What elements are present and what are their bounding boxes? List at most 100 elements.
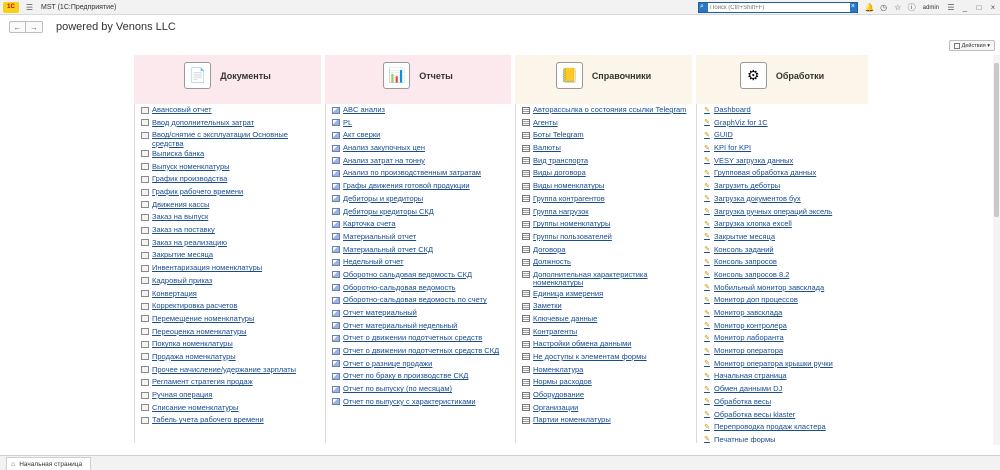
list-item[interactable]: ✎ Консоль запросов 8.2 bbox=[703, 269, 868, 282]
list-item[interactable]: Закрытие месяца bbox=[141, 249, 321, 262]
list-item[interactable]: ✎ Монитор оператора крышки ручки bbox=[703, 358, 868, 371]
list-item[interactable]: Дополнительная характеристика номенклату… bbox=[522, 269, 692, 288]
list-item[interactable]: ✎ Монитор доп процессов bbox=[703, 294, 868, 307]
settings-menu-icon[interactable]: ☰ bbox=[944, 3, 958, 12]
list-item[interactable]: ✎ GraphViz for 1C bbox=[703, 117, 868, 130]
list-item[interactable]: Партии номенклатуры bbox=[522, 414, 692, 427]
list-item[interactable]: Договора bbox=[522, 244, 692, 257]
search-box[interactable]: ⌕ × bbox=[698, 2, 858, 13]
scrollbar-thumb[interactable] bbox=[994, 63, 999, 217]
list-item[interactable]: ✎ Загрузить деботры bbox=[703, 180, 868, 193]
list-item[interactable]: Дебиторы и кредиторы bbox=[332, 193, 511, 206]
list-item[interactable]: Оборотно-сальдовая ведомость bbox=[332, 282, 511, 295]
list-item[interactable]: Оборотно сальдовая ведомость СКД bbox=[332, 269, 511, 282]
list-item[interactable]: Анализ по производственным затратам bbox=[332, 167, 511, 180]
list-item[interactable]: ✎ Групповая обработка данных bbox=[703, 167, 868, 180]
list-item[interactable]: ✎ Перепроводка продаж кластера bbox=[703, 421, 868, 434]
list-item[interactable]: Группы номенклатуры bbox=[522, 218, 692, 231]
minimize-icon[interactable]: _ bbox=[958, 3, 972, 12]
list-item[interactable]: Заказ на реализацию bbox=[141, 237, 321, 250]
list-item[interactable]: Нормы расходов bbox=[522, 376, 692, 389]
forward-button[interactable]: → bbox=[26, 21, 43, 33]
back-button[interactable]: ← bbox=[9, 21, 26, 33]
info-icon[interactable]: ⓘ bbox=[905, 2, 919, 13]
list-item[interactable]: Агенты bbox=[522, 117, 692, 130]
list-item[interactable]: Ввод/снятие с эксплуатации Основные сред… bbox=[141, 129, 321, 148]
list-item[interactable]: ✎ Обработка весы bbox=[703, 396, 868, 409]
list-item[interactable]: Регламент стратегия продаж bbox=[141, 376, 321, 389]
list-item[interactable]: Ключевые данные bbox=[522, 313, 692, 326]
list-item[interactable]: Отчет о движении подотчетных средств СКД bbox=[332, 345, 511, 358]
list-item[interactable]: Авансовый отчет bbox=[141, 104, 321, 117]
list-item[interactable]: Переоценка номенклатуры bbox=[141, 326, 321, 339]
list-item[interactable]: Табель учета рабочего времени bbox=[141, 414, 321, 427]
search-input[interactable] bbox=[708, 3, 850, 12]
list-item[interactable]: Заказ на поставку bbox=[141, 224, 321, 237]
list-item[interactable]: Инвентаризация номенклатуры bbox=[141, 262, 321, 275]
list-item[interactable]: Группы пользователей bbox=[522, 231, 692, 244]
list-item[interactable]: График рабочего времени bbox=[141, 186, 321, 199]
list-item[interactable]: ✎ KPI for KPI bbox=[703, 142, 868, 155]
list-item[interactable]: ✎ Загрузка ручных операций эксель bbox=[703, 206, 868, 219]
list-item[interactable]: Перемещение номенклатуры bbox=[141, 313, 321, 326]
list-item[interactable]: Заказ на выпуск bbox=[141, 211, 321, 224]
list-item[interactable]: Анализ закупочных цен bbox=[332, 142, 511, 155]
list-item[interactable]: Выписка банка bbox=[141, 148, 321, 161]
list-item[interactable]: График производства bbox=[141, 173, 321, 186]
list-item[interactable]: Отчет материальный недельный bbox=[332, 320, 511, 333]
list-item[interactable]: Боты Telegram bbox=[522, 129, 692, 142]
window-close-icon[interactable]: × bbox=[986, 3, 1000, 12]
list-item[interactable]: ✎ Мобильный монитор завсклада bbox=[703, 282, 868, 295]
list-item[interactable]: Материальный отчет bbox=[332, 231, 511, 244]
list-item[interactable]: ✎ Консоль запросов bbox=[703, 256, 868, 269]
list-item[interactable]: Номенклатура bbox=[522, 364, 692, 377]
list-item[interactable]: Виды номенклатуры bbox=[522, 180, 692, 193]
list-item[interactable]: ✎ Монитор завсклада bbox=[703, 307, 868, 320]
list-item[interactable]: Вид транспорта bbox=[522, 155, 692, 168]
list-item[interactable]: Отчет по выпуску (по месяцам) bbox=[332, 383, 511, 396]
list-item[interactable]: Настройки обмена данными bbox=[522, 338, 692, 351]
list-item[interactable]: ✎ Обработка весы klaster bbox=[703, 409, 868, 422]
list-item[interactable]: ✎ Монитор оператора bbox=[703, 345, 868, 358]
list-item[interactable]: Не доступы к элементам формы bbox=[522, 351, 692, 364]
user-name[interactable]: admin bbox=[923, 5, 939, 11]
list-item[interactable]: Кадровый приказ bbox=[141, 275, 321, 288]
list-item[interactable]: Ручная операция bbox=[141, 389, 321, 402]
list-item[interactable]: Отчет материальный bbox=[332, 307, 511, 320]
list-item[interactable]: Отчет по браку в производстве СКД bbox=[332, 370, 511, 383]
list-item[interactable]: Отчет по выпуску с характеристиками bbox=[332, 396, 511, 409]
list-item[interactable]: Ввод дополнительных затрат bbox=[141, 117, 321, 130]
list-item[interactable]: ✎ Загрузка хлопка excell bbox=[703, 218, 868, 231]
list-item[interactable]: ✎ Монитор контролера bbox=[703, 320, 868, 333]
page-scrollbar[interactable] bbox=[993, 55, 1000, 445]
list-item[interactable]: Заметки bbox=[522, 300, 692, 313]
list-item[interactable]: Конвертация bbox=[141, 288, 321, 301]
list-item[interactable]: Отчет о разнице продажи bbox=[332, 358, 511, 371]
list-item[interactable]: Покупка номенклатуры bbox=[141, 338, 321, 351]
list-item[interactable]: ✎ Загрузка документов бух bbox=[703, 193, 868, 206]
list-item[interactable]: Акт сверки bbox=[332, 129, 511, 142]
list-item[interactable]: Организации bbox=[522, 402, 692, 415]
menu-icon[interactable]: ☰ bbox=[24, 2, 35, 13]
list-item[interactable]: Авторассылка о состояния ссылки Telegram bbox=[522, 104, 692, 117]
list-item[interactable]: Продажа номенклатуры bbox=[141, 351, 321, 364]
list-item[interactable]: Движения кассы bbox=[141, 199, 321, 212]
list-item[interactable]: ABC анализ bbox=[332, 104, 511, 117]
list-item[interactable]: Оборудование bbox=[522, 389, 692, 402]
list-item[interactable]: ✎ Закрытие месяца bbox=[703, 231, 868, 244]
list-item[interactable]: ✎ Обмен данными DJ bbox=[703, 383, 868, 396]
bell-icon[interactable]: 🔔 bbox=[863, 3, 877, 12]
list-item[interactable]: Валюты bbox=[522, 142, 692, 155]
list-item[interactable]: Должность bbox=[522, 256, 692, 269]
history-icon[interactable]: ◷ bbox=[877, 3, 891, 12]
list-item[interactable]: ✎ Dashboard bbox=[703, 104, 868, 117]
list-item[interactable]: Списание номенклатуры bbox=[141, 402, 321, 415]
list-item[interactable]: Группа нагрузок bbox=[522, 206, 692, 219]
close-icon[interactable]: × bbox=[851, 3, 855, 10]
list-item[interactable]: ✎ Консоль заданий bbox=[703, 244, 868, 257]
list-item[interactable]: Группа контрагентов bbox=[522, 193, 692, 206]
list-item[interactable]: Оборотно-сальдовая ведомость по счету bbox=[332, 294, 511, 307]
list-item[interactable]: ✎ VESY загрузка данных bbox=[703, 155, 868, 168]
list-item[interactable]: Прочее начисление/удержание зарплаты bbox=[141, 364, 321, 377]
list-item[interactable]: ✎ Печатные формы bbox=[703, 434, 868, 443]
